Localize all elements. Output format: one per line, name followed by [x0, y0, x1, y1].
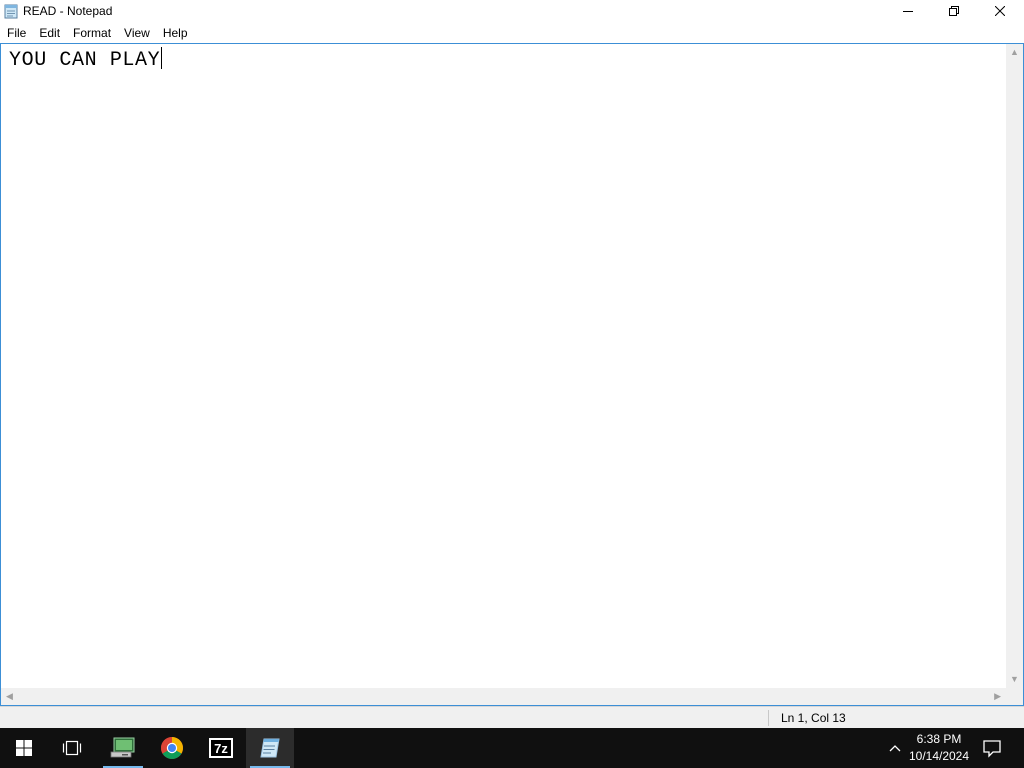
system-clock[interactable]: 6:38 PM 10/14/2024	[904, 731, 974, 765]
restore-icon	[949, 6, 959, 16]
notepad-window: READ - Notepad File Edit Format View Hel…	[0, 0, 1024, 728]
editor-text: YOU CAN PLAY	[9, 49, 161, 72]
chevron-up-icon[interactable]	[884, 738, 906, 758]
minimize-icon	[903, 11, 913, 12]
taskbar-notepad[interactable]	[246, 728, 294, 768]
window-title: READ - Notepad	[23, 4, 113, 18]
text-caret	[161, 47, 163, 69]
scroll-up-icon[interactable]: ▲	[1010, 48, 1019, 57]
start-icon	[16, 740, 32, 756]
status-divider	[768, 710, 769, 726]
clock-time: 6:38 PM	[916, 732, 962, 746]
notepad-icon	[260, 738, 280, 758]
title-bar[interactable]: READ - Notepad	[0, 0, 1024, 23]
notepad-icon	[4, 4, 18, 19]
task-view-button[interactable]	[48, 728, 96, 768]
clock-date: 10/14/2024	[908, 749, 970, 763]
scroll-left-icon[interactable]: ◀	[6, 692, 13, 701]
taskbar-chrome[interactable]	[148, 728, 196, 768]
status-bar: Ln 1, Col 13	[0, 706, 1024, 728]
close-button[interactable]	[977, 0, 1023, 22]
7zip-label: 7z	[214, 741, 228, 756]
start-button[interactable]	[0, 728, 48, 768]
task-view-icon	[62, 740, 82, 756]
close-icon	[995, 6, 1005, 16]
vertical-scrollbar[interactable]: ▲ ▼	[1006, 44, 1023, 688]
menu-view[interactable]: View	[117, 23, 156, 43]
computer-icon	[110, 737, 135, 758]
menu-help[interactable]: Help	[156, 23, 194, 43]
editor-content-line[interactable]: YOU CAN PLAY	[9, 47, 163, 73]
minimize-button[interactable]	[885, 0, 931, 22]
taskbar-computer[interactable]	[99, 728, 147, 768]
7zip-icon: 7z	[209, 738, 233, 758]
taskbar-7zip[interactable]: 7z	[197, 728, 245, 768]
chrome-icon	[161, 737, 183, 759]
horizontal-scrollbar[interactable]: ◀ ▶	[1, 688, 1006, 705]
taskbar: 7z 6:38 PM 10/14/2024	[0, 728, 1024, 768]
menu-file[interactable]: File	[0, 23, 32, 43]
menu-bar: File Edit Format View Help	[0, 23, 1024, 43]
scroll-corner	[1006, 688, 1023, 705]
menu-edit[interactable]: Edit	[32, 23, 66, 43]
notifications-icon[interactable]	[980, 736, 1004, 760]
menu-format[interactable]: Format	[66, 23, 117, 43]
scroll-down-icon[interactable]: ▼	[1010, 675, 1019, 684]
cursor-position: Ln 1, Col 13	[781, 711, 846, 725]
text-editor[interactable]: YOU CAN PLAY ▲ ▼ ◀ ▶	[0, 43, 1024, 706]
restore-button[interactable]	[931, 0, 977, 22]
scroll-right-icon[interactable]: ▶	[994, 692, 1001, 701]
